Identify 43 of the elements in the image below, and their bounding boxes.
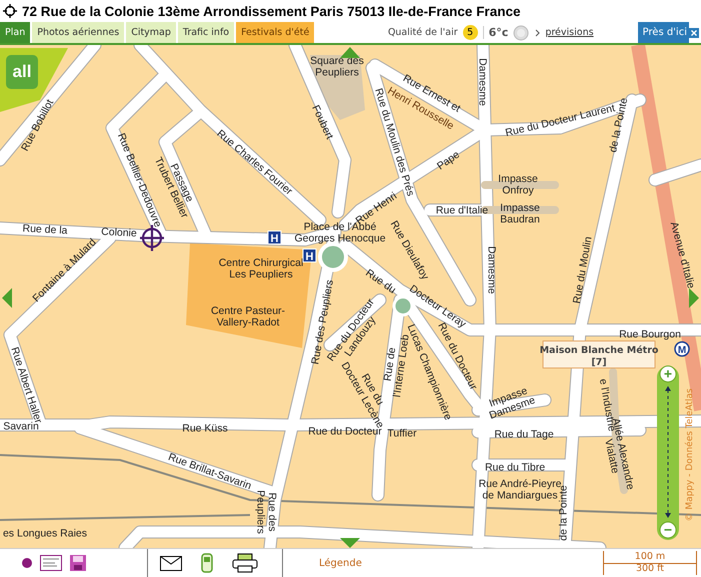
temperature: 6°c [488, 26, 508, 39]
street-label: Damesme [476, 58, 488, 106]
street-label: Avenue d'Italie [668, 220, 697, 290]
legend-link[interactable]: Légende [319, 558, 362, 568]
air-quality-index: 5 [462, 25, 478, 40]
street-label: Rue d'Italie [436, 204, 488, 217]
metro-icon[interactable]: M [674, 341, 690, 357]
street-label: Rue du [363, 266, 398, 296]
map-tab[interactable]: Festivals d'été [236, 22, 314, 43]
street-label: Impasse Onfroy [498, 172, 538, 196]
street-label: Rue du Docteur [308, 426, 382, 438]
map-tab[interactable]: Plan [0, 22, 30, 43]
hospital-icon[interactable]: H [268, 230, 282, 245]
nearby-button[interactable]: Près d'ici [638, 22, 689, 43]
street-label: Rue de la [22, 222, 68, 237]
street-label: Rue Bourgon [619, 328, 681, 341]
zoom-in-button[interactable]: + [660, 366, 676, 382]
street-label: Impasse Baudran [500, 202, 540, 226]
street-label: Place de l'Abbé Georges Henocque [294, 220, 386, 244]
air-quality-label: Qualité de l'air [388, 27, 458, 38]
street-label: Square des Peupliers [310, 54, 364, 78]
street-label: Rue du Moulin [570, 236, 594, 304]
page-title: 72 Rue de la Colonie 13ème Arrondissement Paris 75013 Ile-de-France France [22, 4, 520, 18]
street-label: Rue des Peupliers [254, 490, 278, 534]
copyright-text: © Mappy - Données TeleAtlas [685, 388, 695, 522]
street-label: Damesme [485, 246, 498, 294]
street-label: Centre Chirurgical Les Peupliers [218, 256, 304, 280]
hospital-icon[interactable]: H [302, 248, 316, 263]
scale-bar: 100 m 300 ft [603, 551, 697, 575]
zoom-out-button[interactable]: − [660, 522, 676, 538]
map-tab[interactable]: Trafic info [178, 22, 234, 43]
street-label: Pape [434, 148, 462, 172]
street-label: Rue du Tage [494, 428, 554, 441]
street-label: es Longues Raies [2, 528, 88, 540]
street-label: Colonie [100, 226, 138, 240]
street-label: Rue Küss [182, 422, 228, 435]
street-label: Rue de l'Interne Loeb [382, 334, 412, 398]
street-label: Rue du Tibre [484, 462, 546, 474]
map-tab[interactable]: Citymap [126, 22, 176, 43]
street-label: Tuffier [387, 428, 417, 440]
street-label: Centre Pasteur- Vallery-Radot [210, 304, 286, 328]
forecast-link[interactable]: prévisions [545, 27, 594, 38]
map-tab[interactable]: Photos aériennes [32, 22, 124, 43]
